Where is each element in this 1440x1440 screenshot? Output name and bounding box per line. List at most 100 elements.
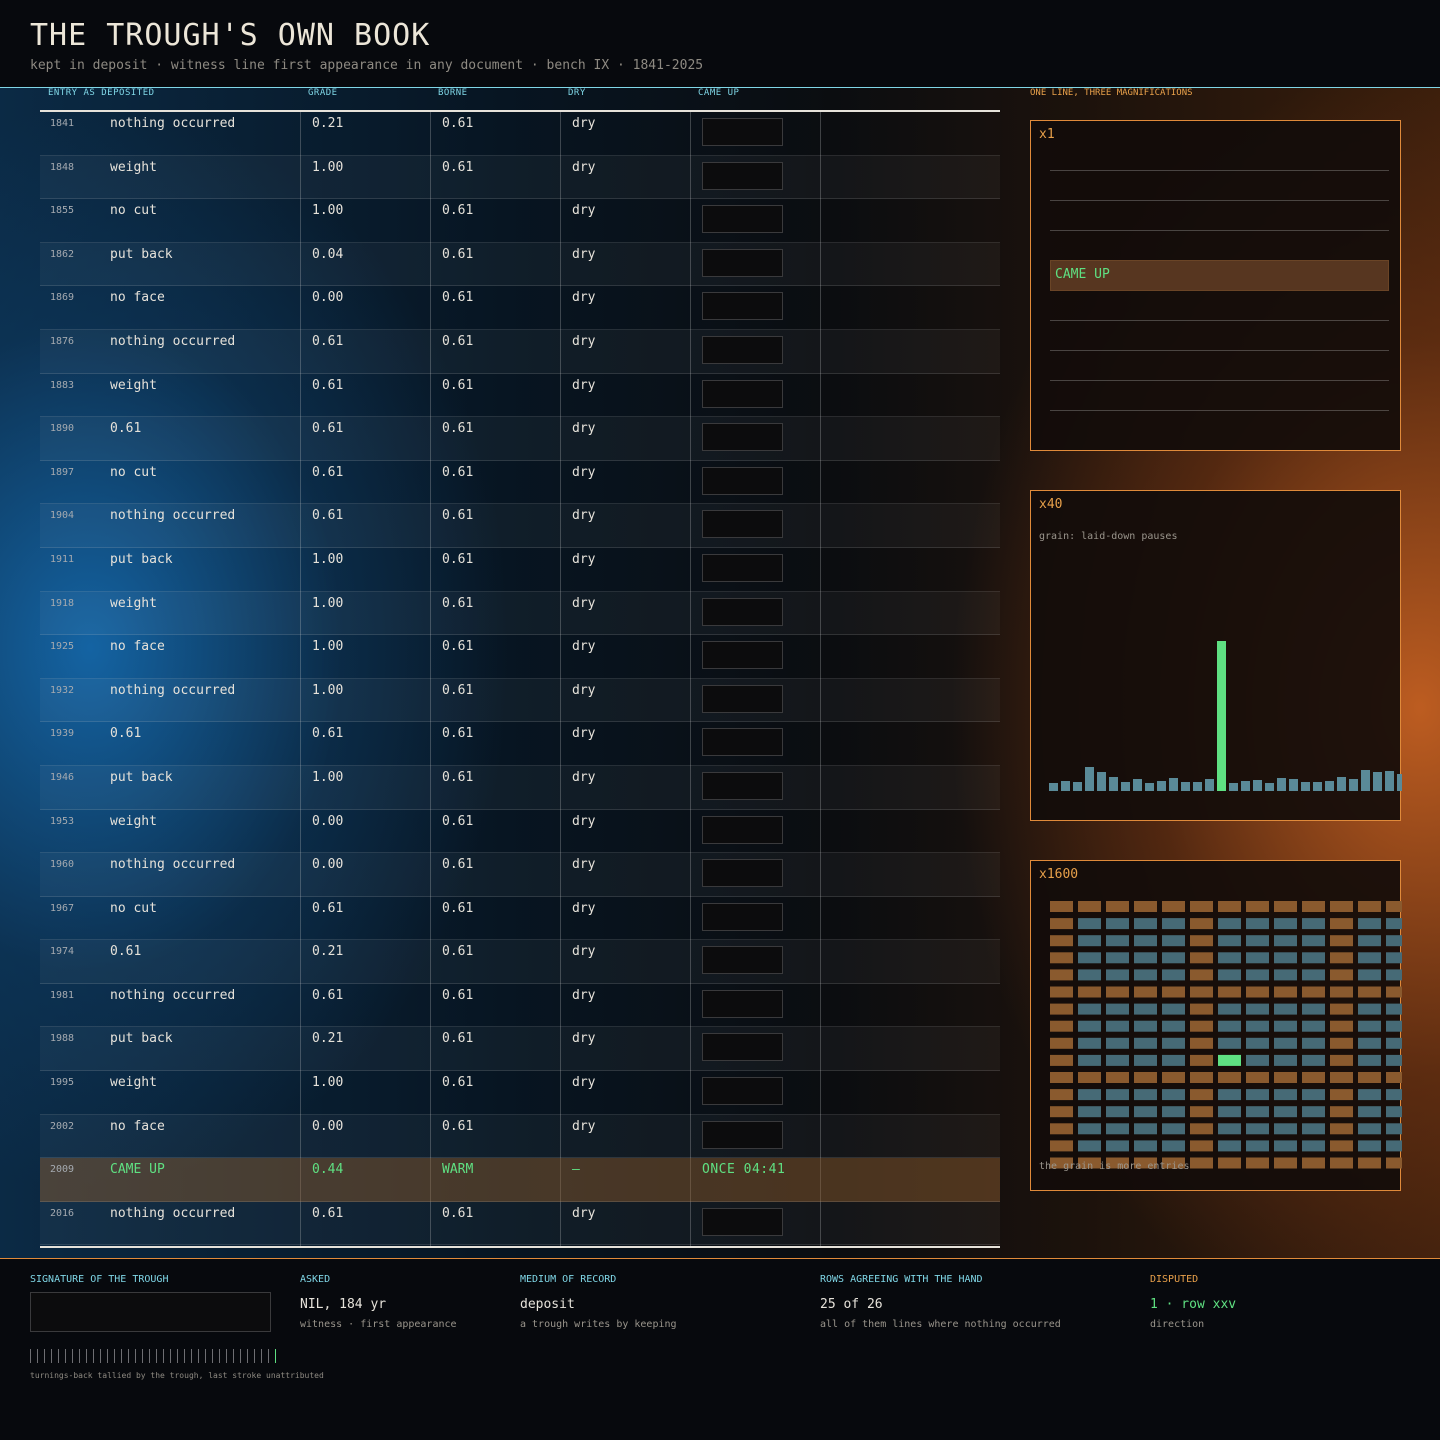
came-up-field[interactable] [702,1120,783,1149]
table-row[interactable]: 1939 0.61 0.61 0.61 dry [40,722,1000,766]
table-row[interactable]: 1883 weight 0.61 0.61 dry [40,374,1000,418]
column-header-entry[interactable]: ENTRY AS DEPOSITED [48,88,155,98]
table-row-highlighted[interactable]: 2009 CAME UP 0.44 WARM — ONCE 04:41 [40,1158,1000,1202]
grain-cell [1302,986,1325,998]
came-up-field[interactable] [702,466,783,495]
grain-cell [1358,1106,1381,1118]
signature-label: SIGNATURE OF THE TROUGH [30,1274,169,1285]
tally-mark [51,1349,52,1363]
agreeing-label: ROWS AGREEING WITH THE HAND [820,1274,983,1285]
table-row[interactable]: 1904 nothing occurred 0.61 0.61 dry [40,504,1000,548]
table-row[interactable]: 1967 no cut 0.61 0.61 dry [40,897,1000,941]
grain-cell [1386,1140,1402,1152]
row-year: 1925 [50,641,75,653]
grain-cell [1134,1089,1157,1101]
came-up-field[interactable] [702,1033,783,1062]
row-entry: put back [110,246,173,262]
row-dry: dry [572,769,596,785]
came-up-field[interactable] [702,292,783,321]
came-up-field[interactable] [702,597,783,626]
table-row[interactable]: 1841 nothing occurred 0.21 0.61 dry [40,112,1000,156]
grain-cell [1386,1106,1402,1118]
grain-cell [1302,1072,1325,1083]
came-up-field[interactable] [702,161,783,190]
table-row[interactable]: 1855 no cut 1.00 0.61 dry [40,199,1000,243]
table-row[interactable]: 1897 no cut 0.61 0.61 dry [40,461,1000,505]
grain-cell [1106,901,1129,912]
came-up-field[interactable] [702,641,783,670]
asked-label: ASKED [300,1274,331,1285]
row-grade: 0.61 [312,421,344,437]
column-header-dry[interactable]: DRY [568,88,586,98]
table-row[interactable]: 1918 weight 1.00 0.61 dry [40,591,1000,636]
row-entry: CAME UP [110,1162,165,1178]
came-up-field[interactable] [702,859,783,888]
table-row[interactable]: 1848 weight 1.00 0.61 dry [40,155,1000,200]
grain-bar [1277,778,1286,791]
came-up-field[interactable] [702,946,783,975]
grain-bar [1241,781,1250,791]
column-header-grade[interactable]: GRADE [308,88,338,98]
came-up-field[interactable] [702,423,783,452]
grain-cell [1050,986,1073,998]
table-row[interactable]: 1995 weight 1.00 0.61 dry [40,1071,1000,1115]
grain-bar [1253,780,1262,791]
table-row[interactable]: 1869 no face 0.00 0.61 dry [40,286,1000,330]
table-row[interactable]: 1946 put back 1.00 0.61 dry [40,765,1000,810]
grain-cell-highlighted [1218,1054,1241,1066]
tally-mark [107,1349,108,1363]
grain-cell [1050,1106,1073,1118]
table-row[interactable]: 1960 nothing occurred 0.00 0.61 dry [40,853,1000,897]
column-header-came-up[interactable]: CAME UP [698,88,739,98]
row-grade: 0.21 [312,1031,344,1047]
grain-cell [1386,1037,1402,1049]
came-up-field[interactable] [702,510,783,539]
highlighted-line[interactable]: CAME UP [1050,260,1389,291]
came-up-field[interactable] [702,989,783,1018]
tally-mark [93,1349,94,1363]
grain-cell [1330,1054,1353,1066]
grain-cell [1358,986,1381,998]
row-year: 1932 [50,684,75,696]
came-up-field[interactable] [702,118,783,146]
table-row[interactable]: 2002 no face 0.00 0.61 dry [40,1114,1000,1159]
table-row[interactable]: 1911 put back 1.00 0.61 dry [40,548,1000,592]
grain-cell [1050,1140,1073,1152]
came-up-field[interactable] [702,248,783,277]
grain-bar-highlighted [1217,641,1226,791]
came-up-field[interactable] [702,1077,783,1106]
came-up-field[interactable] [702,205,783,234]
text-line [1050,380,1389,381]
table-row[interactable]: 1981 nothing occurred 0.61 0.61 dry [40,984,1000,1028]
table-row[interactable]: 1974 0.61 0.21 0.61 dry [40,940,1000,984]
table-row[interactable]: 1953 weight 0.00 0.61 dry [40,810,1000,854]
came-up-field[interactable] [702,728,783,757]
grain-cell [1386,1089,1402,1101]
came-up-field[interactable] [702,815,783,844]
table-row[interactable]: 1876 nothing occurred 0.61 0.61 dry [40,329,1000,374]
asked-note: witness · first appearance [300,1319,457,1330]
came-up-field[interactable] [702,684,783,713]
grain-cell [1134,1003,1157,1015]
table-row[interactable]: 1890 0.61 0.61 0.61 dry [40,417,1000,461]
table-row[interactable]: 1988 put back 0.21 0.61 dry [40,1027,1000,1072]
came-up-field[interactable] [702,1207,783,1236]
grain-cell [1218,986,1241,998]
table-row[interactable]: 1932 nothing occurred 1.00 0.61 dry [40,678,1000,723]
came-up-field[interactable] [702,379,783,408]
column-header-borne[interactable]: BORNE [438,88,468,98]
came-up-field[interactable] [702,771,783,800]
signature-box[interactable] [30,1292,271,1332]
table-row[interactable]: 1862 put back 0.04 0.61 dry [40,242,1000,287]
came-up-field[interactable] [702,553,783,582]
grain-cell [1358,1020,1381,1032]
grain-cell [1330,1037,1353,1049]
grain-cell [1190,1003,1213,1015]
came-up-field[interactable] [702,335,783,364]
came-up-field[interactable] [702,902,783,931]
tally-mark [114,1349,115,1363]
table-row[interactable]: 1925 no face 1.00 0.61 dry [40,635,1000,679]
grain-cell [1330,1140,1353,1152]
table-row[interactable]: 2016 nothing occurred 0.61 0.61 dry [40,1201,1000,1246]
row-borne: 0.61 [442,813,474,829]
